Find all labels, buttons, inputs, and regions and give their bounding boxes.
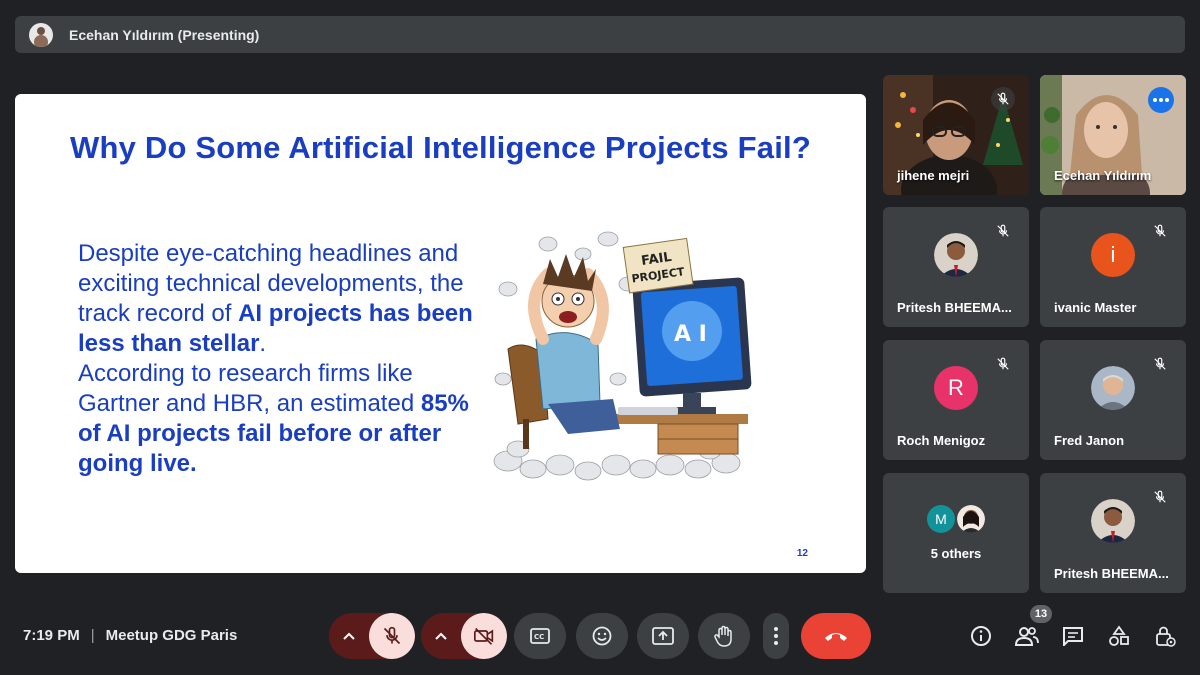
mic-off-icon xyxy=(991,87,1015,111)
avatar xyxy=(1091,499,1135,543)
meeting-name: Meetup GDG Paris xyxy=(105,627,238,644)
more-options-button[interactable] xyxy=(763,613,789,659)
raise-hand-button[interactable] xyxy=(698,613,750,659)
avatar xyxy=(1091,366,1135,410)
mic-off-icon xyxy=(1148,485,1172,509)
slide-page-number: 12 xyxy=(796,548,808,559)
present-button[interactable] xyxy=(637,613,689,659)
frustrated-developer-illustration: A I FAIL PROJECT xyxy=(493,231,752,481)
camera-off-button[interactable] xyxy=(461,613,507,659)
participant-name: Roch Menigoz xyxy=(897,433,986,448)
host-controls-icon xyxy=(1156,626,1176,647)
end-call-button[interactable] xyxy=(801,613,871,659)
avatar: M xyxy=(927,505,955,533)
mic-off-icon xyxy=(991,352,1015,376)
participant-tile-jihene[interactable]: jihene mejri xyxy=(883,75,1029,195)
others-avatars: M xyxy=(927,505,985,533)
host-controls-button[interactable] xyxy=(1152,623,1178,649)
bottom-toolbar: 7:19 PM | Meetup GDG Paris CC xyxy=(0,610,1200,665)
captions-icon: CC xyxy=(530,628,550,644)
participant-name: ivanic Master xyxy=(1054,300,1137,315)
slide-text-p1-end: . xyxy=(259,330,267,357)
slide-text-p2: According to research firms like Gartner… xyxy=(78,360,421,417)
more-options-icon xyxy=(774,627,778,645)
info-icon xyxy=(971,626,991,646)
people-count-badge: 13 xyxy=(1030,605,1052,623)
camera-off-icon xyxy=(474,627,494,645)
meeting-info: 7:19 PM | Meetup GDG Paris xyxy=(23,627,237,644)
participant-tile-others[interactable]: M 5 others xyxy=(883,473,1029,593)
participant-name: Fred Janon xyxy=(1054,433,1125,448)
monitor-text: A I xyxy=(674,322,707,347)
participant-tile-roch[interactable]: R Roch Menigoz xyxy=(883,340,1029,460)
participant-tile-fred[interactable]: Fred Janon xyxy=(1040,340,1186,460)
people-button[interactable] xyxy=(1014,623,1040,649)
meeting-info-separator: | xyxy=(90,627,95,644)
participant-name: Pritesh BHEEMA... xyxy=(897,300,1012,315)
participant-tile-pritesh-2[interactable]: Pritesh BHEEMA... xyxy=(1040,473,1186,593)
avatar: R xyxy=(934,366,978,410)
captions-button[interactable]: CC xyxy=(514,613,566,659)
mic-off-icon xyxy=(991,219,1015,243)
svg-text:CC: CC xyxy=(534,633,544,641)
raise-hand-icon xyxy=(714,625,732,647)
end-call-icon xyxy=(825,633,847,641)
activities-icon xyxy=(1109,625,1129,646)
presenter-name: Ecehan Yıldırım (Presenting) xyxy=(69,26,260,43)
participant-name: Ecehan Yıldırım xyxy=(1054,168,1152,183)
others-label: 5 others xyxy=(930,546,982,561)
slide-title: Why Do Some Artificial Intelligence Proj… xyxy=(70,130,811,165)
camera-options-chevron-up-icon[interactable] xyxy=(421,613,461,659)
emoji-icon xyxy=(592,626,612,646)
mic-off-icon xyxy=(1148,352,1172,376)
mic-off-button[interactable] xyxy=(369,613,415,659)
info-button[interactable] xyxy=(968,623,994,649)
participant-name: Pritesh BHEEMA... xyxy=(1054,566,1169,581)
mic-off-icon xyxy=(383,626,401,645)
camera-control-group xyxy=(421,613,507,659)
presentation-slide: Why Do Some Artificial Intelligence Proj… xyxy=(15,94,866,573)
participant-tile-ecehan[interactable]: Ecehan Yıldırım xyxy=(1040,75,1186,195)
chat-icon xyxy=(1063,627,1083,646)
avatar xyxy=(934,233,978,277)
people-icon xyxy=(1015,627,1039,646)
mic-options-chevron-up-icon[interactable] xyxy=(329,613,369,659)
participant-tile-ivanic[interactable]: i ivanic Master xyxy=(1040,207,1186,327)
participant-name: jihene mejri xyxy=(897,168,970,183)
present-icon xyxy=(652,627,674,645)
presenter-bar: Ecehan Yıldırım (Presenting) xyxy=(15,16,1185,53)
activities-button[interactable] xyxy=(1106,623,1132,649)
presenter-avatar xyxy=(29,22,53,47)
avatar xyxy=(957,505,985,533)
mic-off-icon xyxy=(1148,219,1172,243)
emoji-button[interactable] xyxy=(576,613,628,659)
mic-control-group xyxy=(329,613,415,659)
avatar: i xyxy=(1091,233,1135,277)
participant-tile-pritesh[interactable]: Pritesh BHEEMA... xyxy=(883,207,1029,327)
slide-body: Despite eye-catching headlines and excit… xyxy=(78,239,478,479)
meeting-time: 7:19 PM xyxy=(23,627,80,644)
more-options-icon[interactable] xyxy=(1148,87,1174,113)
chat-button[interactable] xyxy=(1060,623,1086,649)
